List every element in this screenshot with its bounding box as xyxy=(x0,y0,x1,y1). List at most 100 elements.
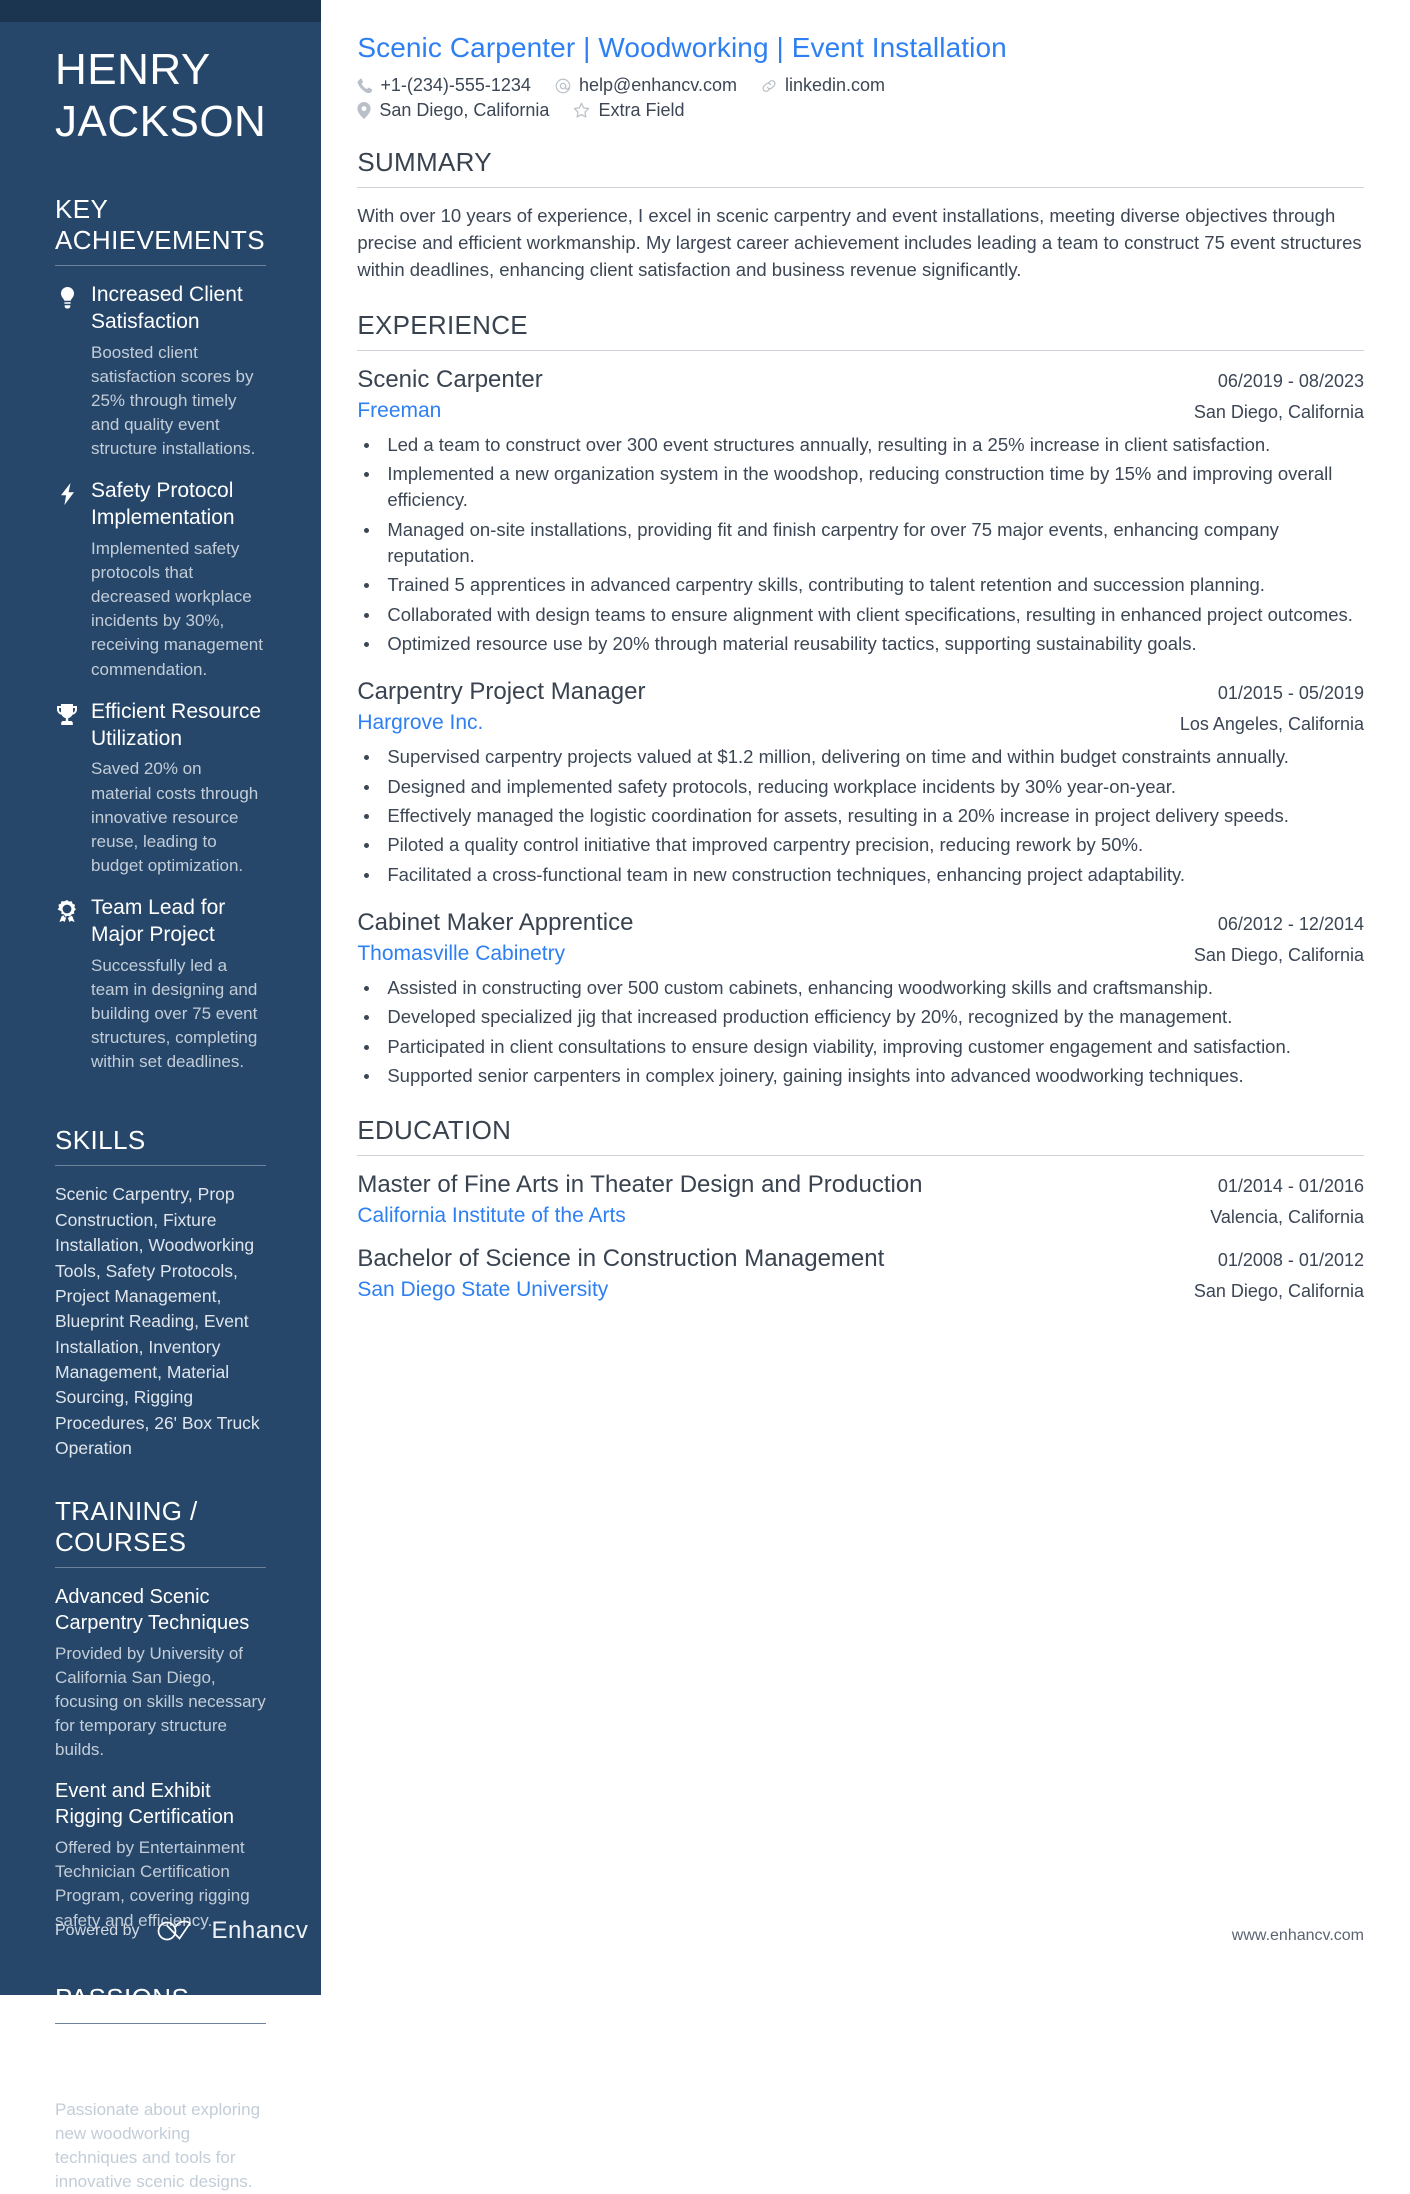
training-courses-section: TRAINING / COURSES Advanced Scenic Carpe… xyxy=(55,1496,267,1949)
job-bullet: Effectively managed the logistic coordin… xyxy=(381,803,1364,829)
phone-icon xyxy=(358,78,373,93)
job-bullet: Trained 5 apprentices in advanced carpen… xyxy=(381,572,1364,598)
course-item: Advanced Scenic Carpentry Techniques Pro… xyxy=(55,1584,266,1763)
lightning-bolt-icon xyxy=(55,478,79,682)
summary-heading: SUMMARY xyxy=(357,147,1364,188)
skills-section: SKILLS Scenic Carpentry, Prop Constructi… xyxy=(55,1125,267,1461)
job-company[interactable]: Thomasville Cabinetry xyxy=(357,940,1178,967)
professional-headline: Scenic Carpenter | Woodworking | Event I… xyxy=(357,32,1007,63)
experience-section: EXPERIENCE Scenic Carpenter 06/2019 - 08… xyxy=(357,310,1364,1090)
job-bullet: Supervised carpentry projects valued at … xyxy=(381,744,1364,770)
main-content: Scenic Carpenter | Woodworking | Event I… xyxy=(321,0,1410,1995)
map-pin-icon xyxy=(357,102,371,119)
degree-title: Master of Fine Arts in Theater Design an… xyxy=(357,1171,923,1199)
job-company[interactable]: Hargrove Inc. xyxy=(357,709,1164,736)
extra-field-contact: Extra Field xyxy=(573,100,684,121)
first-name: HENRY xyxy=(55,45,211,94)
passions-section: PASSIONS Woodworking Innovations Passion… xyxy=(55,1983,267,2194)
job-title: Carpentry Project Manager xyxy=(357,678,646,706)
email-text: help@enhancv.com xyxy=(578,75,737,95)
extra-field-text: Extra Field xyxy=(598,100,685,120)
trophy-icon xyxy=(55,699,79,878)
job-location: San Diego, California xyxy=(1193,944,1364,965)
contact-details: +1-(234)-555-1234 help@enhancv.com linke… xyxy=(357,75,1364,121)
location-text: San Diego, California xyxy=(379,100,550,120)
achievement-title: Team Lead for Major Project xyxy=(91,896,226,946)
job-date-range: 06/2019 - 08/2023 xyxy=(1217,370,1364,391)
job-location: Los Angeles, California xyxy=(1179,714,1364,735)
link-icon xyxy=(762,79,776,92)
experience-entry: Scenic Carpenter 06/2019 - 08/2023 Freem… xyxy=(357,365,1364,658)
job-bullet: Collaborated with design teams to ensure… xyxy=(381,602,1364,628)
contact-row-secondary: San Diego, California Extra Field xyxy=(357,100,1364,121)
powered-by-label: Powered by xyxy=(55,1922,140,1939)
job-date-range: 01/2015 - 05/2019 xyxy=(1217,683,1364,704)
key-achievements-section: KEY ACHIEVEMENTS Increased Client Satisf… xyxy=(55,194,267,1092)
location-contact: San Diego, California xyxy=(357,100,549,121)
achievement-title: Safety Protocol Implementation xyxy=(91,479,235,530)
phone-contact: +1-(234)-555-1234 xyxy=(357,75,531,96)
job-company[interactable]: Freeman xyxy=(357,397,1178,424)
job-bullet: Implemented a new organization system in… xyxy=(381,461,1364,514)
job-bullet-list: Supervised carpentry projects valued at … xyxy=(381,744,1364,887)
achievement-item: Efficient Resource Utilization Saved 20%… xyxy=(55,699,266,878)
education-entry: Bachelor of Science in Construction Mana… xyxy=(357,1244,1364,1303)
award-medal-icon xyxy=(55,895,79,1074)
candidate-name: HENRY JACKSON xyxy=(55,44,266,148)
training-courses-heading: TRAINING / COURSES xyxy=(55,1496,267,1568)
passion-item: Woodworking Innovations Passionate about… xyxy=(55,2040,266,2194)
degree-title: Bachelor of Science in Construction Mana… xyxy=(357,1244,885,1272)
achievement-item: Increased Client Satisfaction Boosted cl… xyxy=(55,282,266,461)
job-bullet: Optimized resource use by 20% through ma… xyxy=(381,631,1364,657)
resume-page: HENRY JACKSON KEY ACHIEVEMENTS Increased… xyxy=(0,0,1410,2191)
school-name[interactable]: San Diego State University xyxy=(357,1276,1178,1303)
achievement-description: Successfully led a team in designing and… xyxy=(91,955,258,1072)
job-bullet: Facilitated a cross-functional team in n… xyxy=(381,862,1364,888)
enhancv-mark-icon xyxy=(157,1920,191,1941)
achievement-item: Safety Protocol Implementation Implement… xyxy=(55,478,266,682)
key-achievements-heading: KEY ACHIEVEMENTS xyxy=(55,194,267,266)
achievement-title: Increased Client Satisfaction xyxy=(91,282,243,333)
star-icon xyxy=(574,102,590,118)
powered-by-footer: Powered by Enhancv xyxy=(55,1917,308,1945)
school-name[interactable]: California Institute of the Arts xyxy=(357,1202,1194,1229)
phone-text: +1-(234)-555-1234 xyxy=(380,75,531,95)
skills-list: Scenic Carpentry, Prop Construction, Fix… xyxy=(55,1184,260,1459)
experience-heading: EXPERIENCE xyxy=(357,310,1364,351)
contact-row-primary: +1-(234)-555-1234 help@enhancv.com linke… xyxy=(357,75,1364,96)
achievement-item: Team Lead for Major Project Successfully… xyxy=(55,895,266,1074)
website-footer: www.enhancv.com xyxy=(1231,1927,1364,1944)
passion-description: Passionate about exploring new woodworki… xyxy=(55,2099,261,2192)
at-email-icon xyxy=(555,78,571,93)
job-bullet: Developed specialized jig that increased… xyxy=(381,1004,1364,1030)
job-bullet-list: Led a team to construct over 300 event s… xyxy=(381,432,1364,657)
achievement-description: Implemented safety protocols that decrea… xyxy=(91,538,263,679)
education-section: EDUCATION Master of Fine Arts in Theater… xyxy=(357,1115,1364,1303)
linkedin-text: linkedin.com xyxy=(784,75,886,95)
degree-date-range: 01/2008 - 01/2012 xyxy=(1217,1249,1364,1270)
job-bullet: Participated in client consultations to … xyxy=(381,1034,1364,1060)
experience-entry: Carpentry Project Manager 01/2015 - 05/2… xyxy=(357,677,1364,888)
job-date-range: 06/2012 - 12/2014 xyxy=(1217,913,1364,934)
passions-heading: PASSIONS xyxy=(55,1983,267,2024)
job-bullet: Designed and implemented safety protocol… xyxy=(381,774,1364,800)
course-item: Event and Exhibit Rigging Certification … xyxy=(55,1778,266,1933)
job-bullet: Supported senior carpenters in complex j… xyxy=(381,1063,1364,1089)
experience-entry: Cabinet Maker Apprentice 06/2012 - 12/20… xyxy=(357,908,1364,1089)
lightbulb-icon xyxy=(55,282,79,461)
course-title: Event and Exhibit Rigging Certification xyxy=(55,1780,234,1829)
achievement-description: Saved 20% on material costs through inno… xyxy=(91,759,259,875)
enhancv-wordmark: Enhancv xyxy=(211,1917,309,1944)
sidebar: HENRY JACKSON KEY ACHIEVEMENTS Increased… xyxy=(0,0,322,2191)
job-bullet-list: Assisted in constructing over 500 custom… xyxy=(381,975,1364,1089)
degree-date-range: 01/2014 - 01/2016 xyxy=(1217,1176,1364,1197)
course-title: Advanced Scenic Carpentry Techniques xyxy=(55,1585,250,1634)
achievement-description: Boosted client satisfaction scores by 25… xyxy=(91,342,256,459)
job-bullet: Led a team to construct over 300 event s… xyxy=(381,432,1364,458)
sidebar-top-strip xyxy=(0,0,322,22)
job-title: Cabinet Maker Apprentice xyxy=(357,908,634,936)
email-contact: help@enhancv.com xyxy=(555,75,737,96)
passion-title: Woodworking Innovations xyxy=(55,2041,176,2090)
summary-section: SUMMARY With over 10 years of experience… xyxy=(357,147,1364,284)
skills-heading: SKILLS xyxy=(55,1125,267,1167)
